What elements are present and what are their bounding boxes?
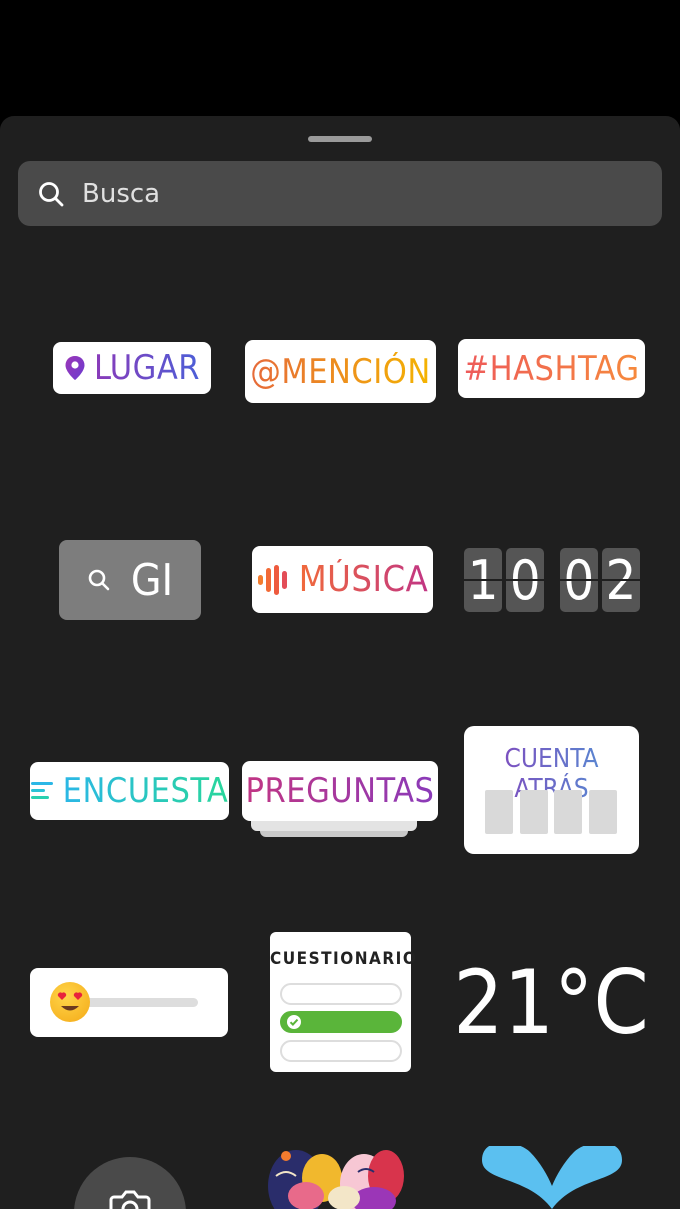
gif-label: GI	[130, 554, 174, 606]
countdown-box	[520, 790, 548, 834]
quiz-option-correct	[280, 1011, 402, 1033]
countdown-box	[554, 790, 582, 834]
mention-label: @MENCIÓN	[250, 351, 431, 392]
quiz-label: CUESTIONARIO	[270, 949, 418, 969]
poll-lines-icon	[30, 782, 53, 799]
decorative-art-sticker[interactable]	[266, 1146, 416, 1209]
heart-icon	[482, 1142, 622, 1209]
questions-sticker[interactable]: PREGUNTAS	[242, 761, 438, 839]
search-bar[interactable]	[18, 161, 662, 226]
countdown-box	[485, 790, 513, 834]
heart-sticker[interactable]	[478, 1142, 626, 1209]
location-label: LUGAR	[93, 348, 201, 388]
quiz-option	[280, 983, 402, 1005]
clock-digit: 2	[601, 548, 641, 612]
music-sticker[interactable]: MÚSICA	[252, 546, 433, 613]
questions-label: PREGUNTAS	[245, 771, 435, 811]
music-label: MÚSICA	[298, 559, 429, 600]
search-input[interactable]	[80, 169, 644, 219]
emoji-slider-sticker[interactable]	[30, 968, 228, 1037]
quiz-option	[280, 1040, 402, 1062]
search-icon	[39, 182, 64, 207]
gif-sticker[interactable]: GI	[59, 540, 201, 620]
audio-bars-icon	[257, 564, 287, 595]
clock-digit: 0	[506, 548, 545, 612]
temperature-label: 21°C	[453, 950, 649, 1054]
camera-sticker[interactable]	[74, 1157, 186, 1209]
heart-eyes-emoji-icon	[50, 982, 90, 1022]
search-icon	[88, 569, 110, 591]
hashtag-sticker[interactable]: #HASHTAG	[458, 339, 645, 398]
hashtag-label: #HASHTAG	[463, 348, 640, 389]
countdown-sticker[interactable]: CUENTA ATRÁS	[464, 726, 639, 854]
poll-label: ENCUESTA	[62, 771, 229, 811]
quiz-sticker[interactable]: CUESTIONARIO	[270, 932, 418, 1072]
clock-sticker[interactable]: 1 0 0 2	[464, 548, 641, 612]
location-sticker[interactable]: LUGAR	[53, 342, 211, 394]
decorative-art-icon	[268, 1150, 404, 1209]
sticker-tray: LUGAR @MENCIÓN #HASHTAG GI MÚSICA 1 0 0 …	[0, 116, 680, 1209]
camera-icon	[109, 1190, 151, 1209]
clock-digit: 1	[464, 548, 503, 612]
questions-card: PREGUNTAS	[242, 761, 438, 821]
location-pin-icon	[65, 356, 85, 380]
mention-sticker[interactable]: @MENCIÓN	[245, 340, 436, 403]
countdown-box	[589, 790, 617, 834]
clock-digit: 0	[559, 548, 599, 612]
poll-sticker[interactable]: ENCUESTA	[30, 762, 229, 820]
checkmark-icon	[287, 1015, 301, 1029]
drag-handle[interactable]	[308, 136, 372, 142]
temperature-sticker[interactable]: 21°C	[453, 951, 649, 1054]
